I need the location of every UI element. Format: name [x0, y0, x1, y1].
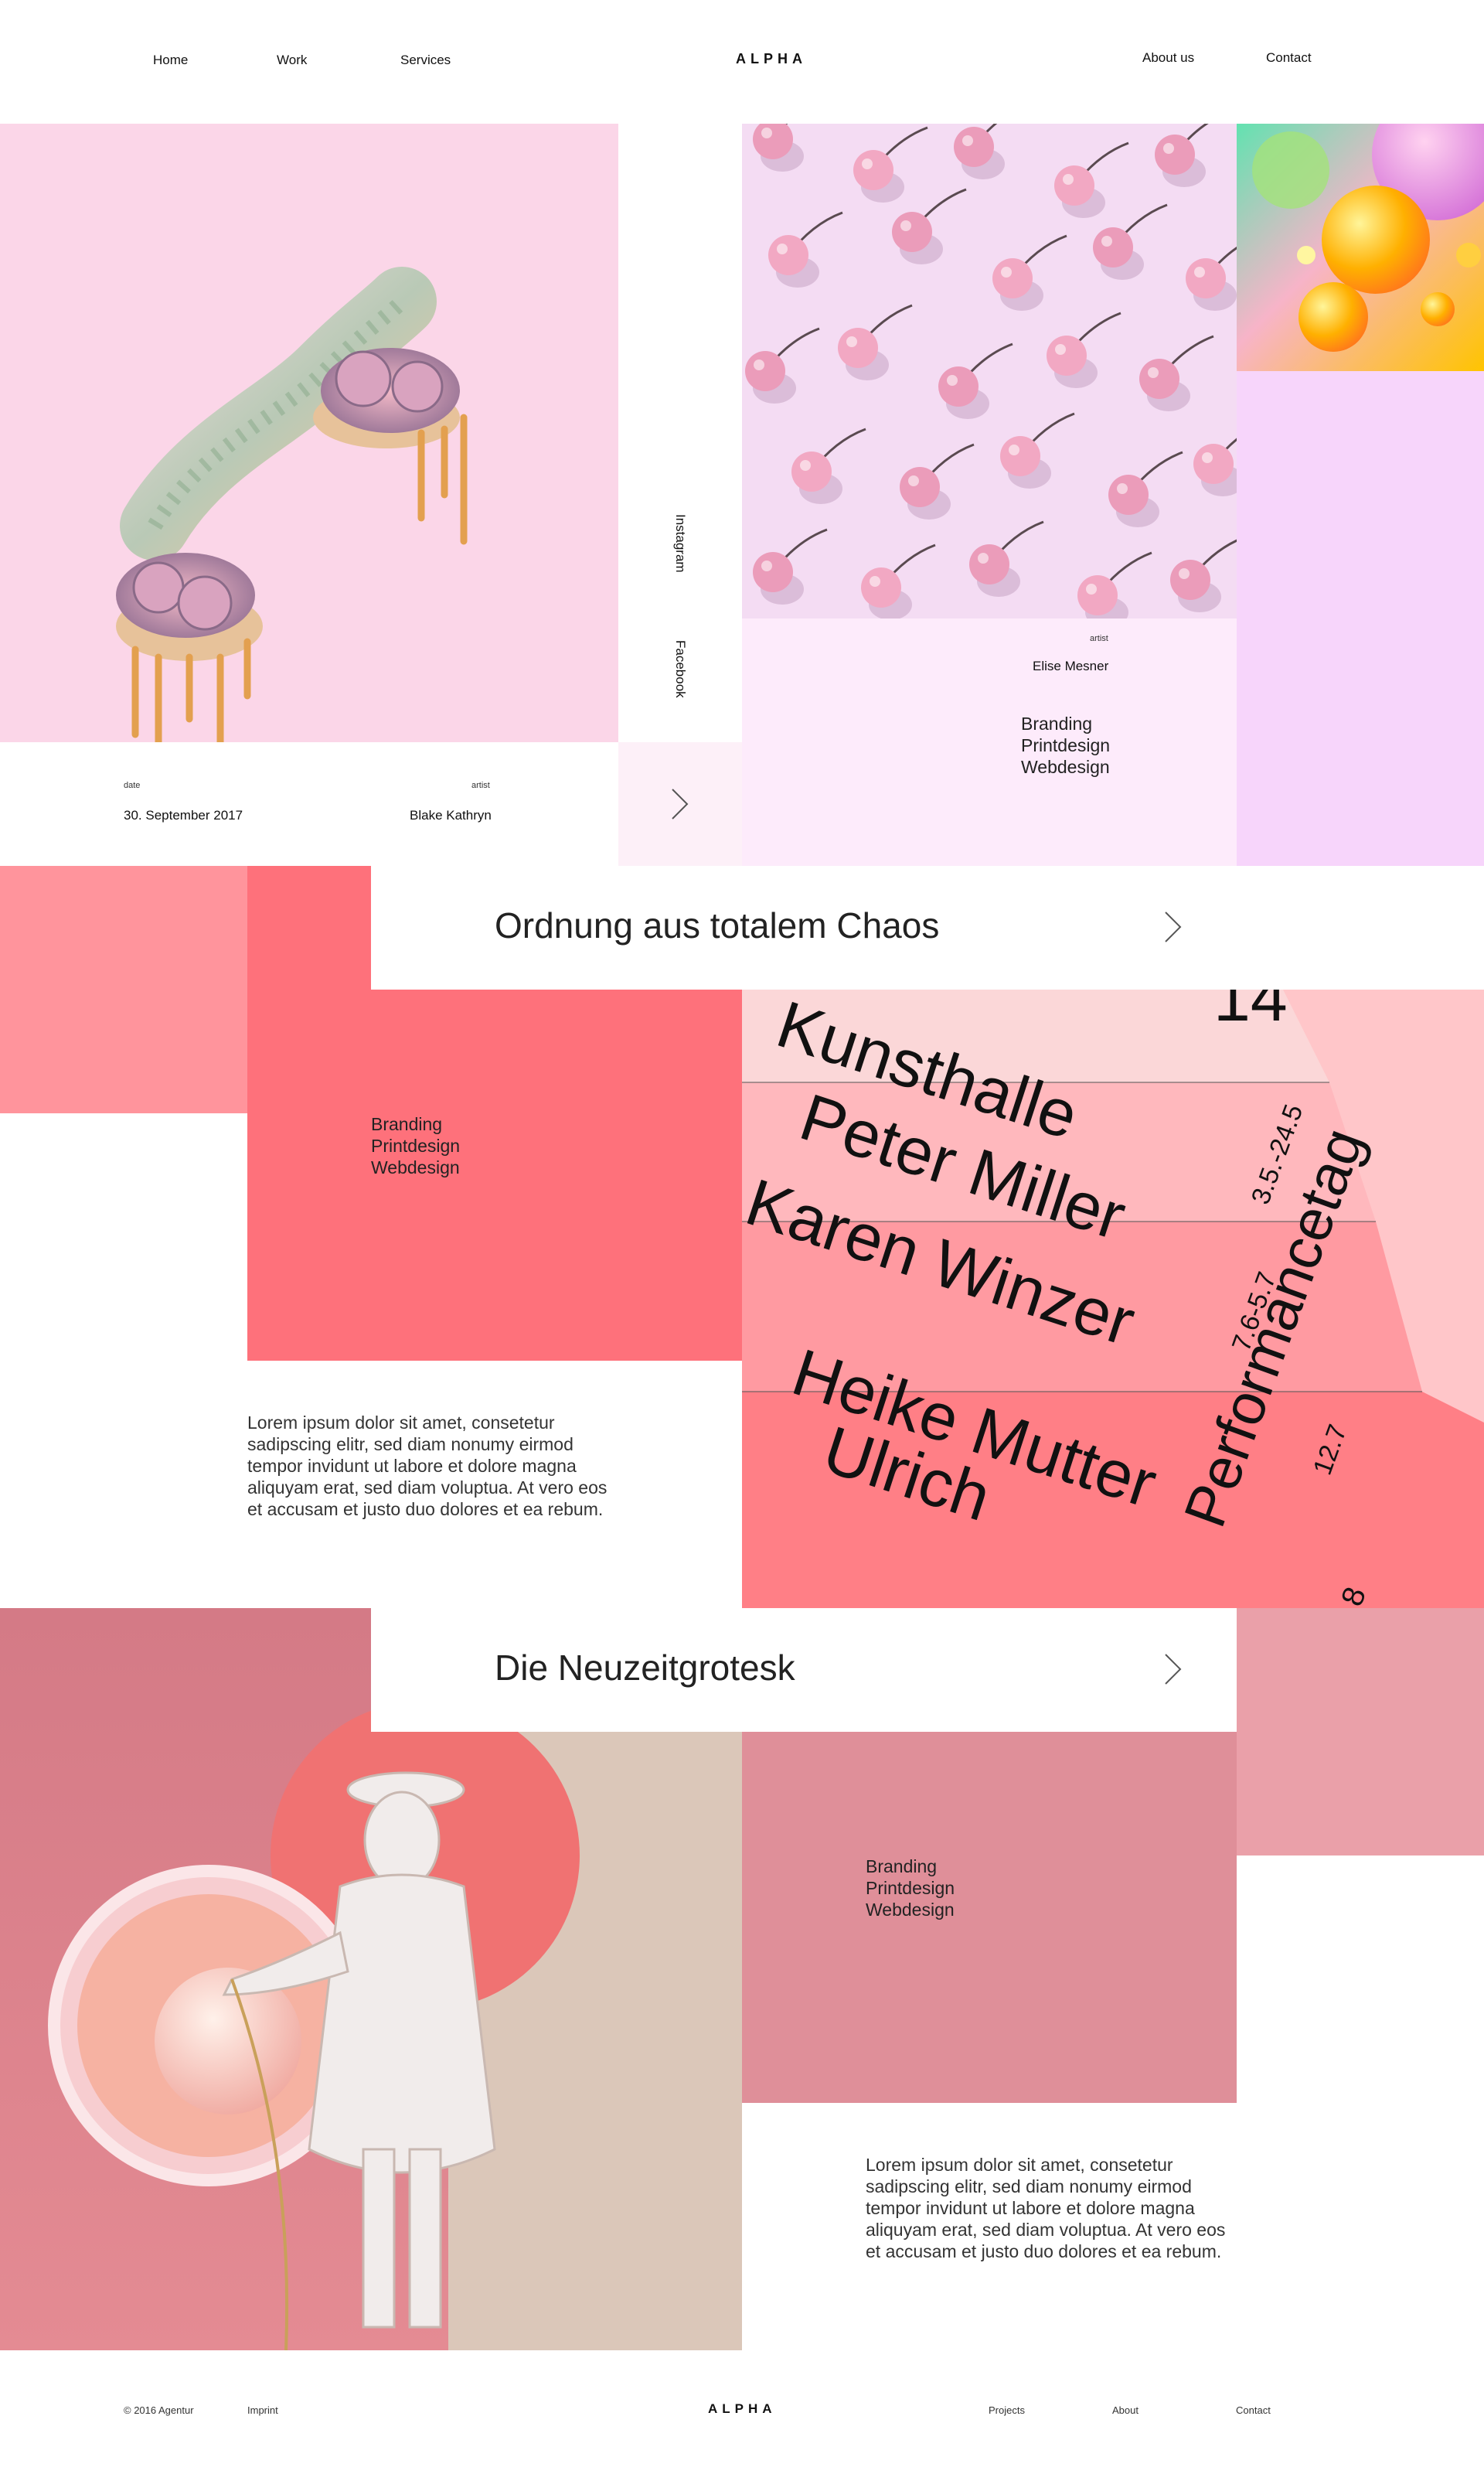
project-image-telephone[interactable] — [0, 124, 618, 777]
tag-printdesign: Printdesign — [371, 1136, 461, 1156]
tag-branding: Branding — [1021, 714, 1093, 734]
project3-description: Lorem ipsum dolor sit amet, consetetur s… — [247, 1412, 608, 1519]
salmon-block — [0, 866, 247, 1113]
project3-next[interactable] — [1163, 910, 1183, 944]
footer-imprint[interactable]: Imprint — [247, 2404, 278, 2416]
tag-branding: Branding — [866, 1856, 938, 1876]
project3-title-bar[interactable]: Ordnung aus totalem Chaos — [371, 866, 1237, 990]
project4-title: Die Neuzeitgrotesk — [495, 1648, 795, 1688]
project4-next[interactable] — [1163, 1652, 1183, 1686]
tag-printdesign: Printdesign — [866, 1878, 955, 1898]
footer-copyright: © 2016 Agentur — [124, 2404, 194, 2416]
next-project-button[interactable] — [618, 742, 742, 866]
coral-corner — [247, 866, 371, 990]
telephone-rose-image — [116, 267, 468, 777]
chevron-right-icon — [1165, 1654, 1182, 1685]
date-value: 30. September 2017 — [124, 808, 243, 823]
artist-value-2: Elise Mesner — [1033, 659, 1109, 673]
project4-tags: Branding Printdesign Webdesign — [866, 1855, 955, 1920]
social-column: Instagram Facebook — [618, 124, 742, 742]
footer-logo[interactable]: ALPHA — [708, 2401, 777, 2417]
instagram-link[interactable]: Instagram — [672, 514, 688, 573]
tag-webdesign: Webdesign — [371, 1157, 460, 1177]
artist-value: Blake Kathryn — [410, 808, 492, 823]
project-image-cherries[interactable] — [742, 124, 1237, 618]
date-label: date — [124, 781, 141, 790]
project3-tags: Branding Printdesign Webdesign — [371, 1113, 460, 1178]
cherries-image — [745, 124, 1237, 618]
project2-tags: Branding Printdesign Webdesign — [1021, 713, 1110, 778]
nav-work[interactable]: Work — [277, 53, 307, 68]
project4-title-bar[interactable]: Die Neuzeitgrotesk — [371, 1608, 1237, 1732]
project3-title: Ordnung aus totalem Chaos — [495, 905, 940, 946]
footer-contact[interactable]: Contact — [1236, 2404, 1271, 2416]
nav-contact[interactable]: Contact — [1266, 50, 1312, 66]
nav-home[interactable]: Home — [153, 53, 188, 68]
project4-description: Lorem ipsum dolor sit amet, consetetur s… — [866, 2155, 1226, 2261]
facebook-link[interactable]: Facebook — [672, 640, 688, 698]
project-image-bubbles[interactable] — [1237, 124, 1484, 371]
posters-image: Kunsthalle Peter Miller 3.5.-24.5 Karen … — [742, 990, 1484, 1608]
footer-projects[interactable]: Projects — [989, 2404, 1025, 2416]
rose-light-block — [1237, 1608, 1484, 1855]
lilac-block — [1237, 371, 1484, 866]
tag-webdesign: Webdesign — [1021, 757, 1110, 777]
bubbles-image — [1237, 124, 1484, 371]
chevron-right-icon — [1165, 912, 1182, 942]
tag-branding: Branding — [371, 1114, 443, 1134]
coral-block: Branding Printdesign Webdesign — [247, 990, 742, 1361]
rose-block: Branding Printdesign Webdesign — [742, 1732, 1237, 2103]
tag-webdesign: Webdesign — [866, 1900, 955, 1920]
site-logo[interactable]: ALPHA — [736, 51, 807, 67]
tag-printdesign: Printdesign — [1021, 735, 1111, 755]
project2-info: artist Elise Mesner Branding Printdesign… — [742, 618, 1237, 866]
artist-label-2: artist — [1090, 634, 1108, 643]
artist-label: artist — [471, 781, 490, 790]
nav-about-us[interactable]: About us — [1142, 50, 1194, 66]
poster-text-num1: 14 — [1213, 990, 1288, 1035]
footer-about[interactable]: About — [1112, 2404, 1139, 2416]
chevron-right-icon — [672, 789, 689, 820]
nav-services[interactable]: Services — [400, 53, 451, 68]
project-image-posters[interactable]: Kunsthalle Peter Miller 3.5.-24.5 Karen … — [742, 990, 1484, 1608]
